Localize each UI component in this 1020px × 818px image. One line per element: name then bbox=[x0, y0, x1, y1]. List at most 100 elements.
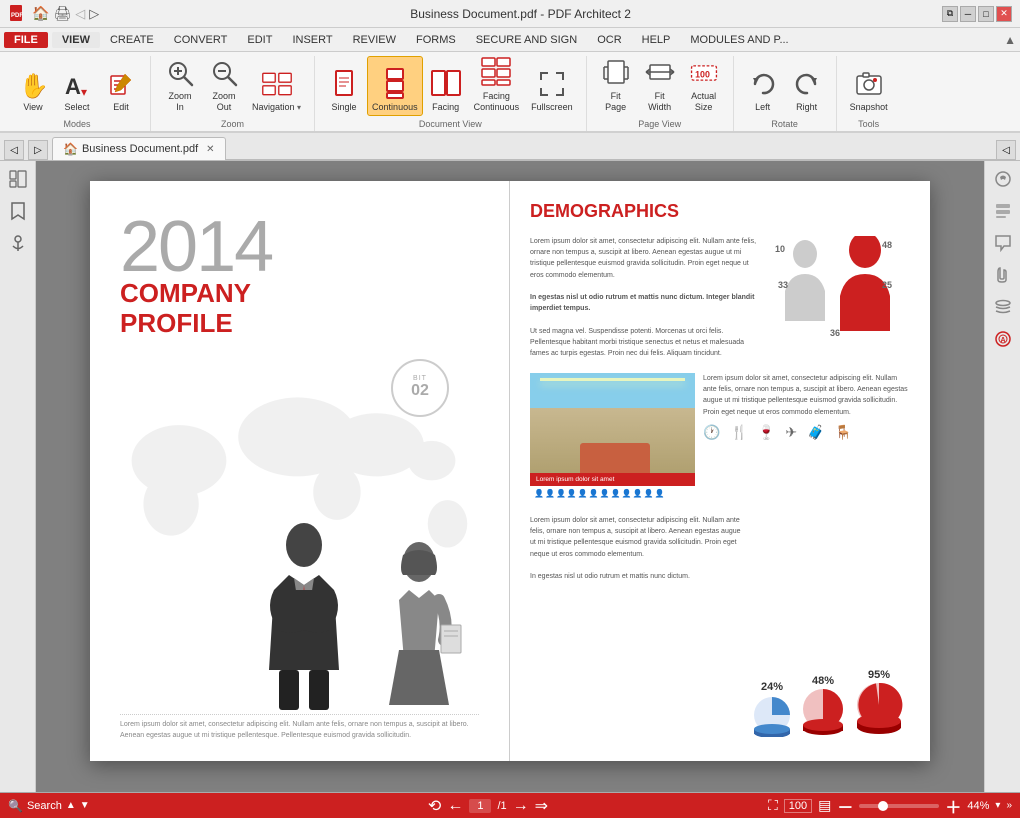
tabs-collapse-btn[interactable]: ◁ bbox=[996, 140, 1016, 160]
hotel-image: Lorem ipsum dolor sit amet 👤👤 👤👤 👤👤 👤👤 👤… bbox=[530, 373, 695, 501]
tab-label: Business Document.pdf bbox=[82, 143, 198, 155]
fit-screen-btn[interactable]: ⛶ bbox=[768, 797, 778, 814]
maximize-btn[interactable]: □ bbox=[978, 6, 994, 22]
nav-last-btn[interactable]: ⇒ bbox=[535, 796, 548, 816]
menu-modules[interactable]: MODULES AND P... bbox=[680, 32, 798, 48]
zoom-out-btn[interactable]: ZoomOut bbox=[203, 56, 245, 116]
title-bar: PDF 🏠 🖨 ◁ ▷ Business Document.pdf - PDF … bbox=[0, 0, 1020, 28]
fit-width-label: FitWidth bbox=[648, 91, 671, 113]
year-text: 2014 bbox=[120, 211, 479, 283]
demographics-section: Lorem ipsum dolor sit amet, consectetur … bbox=[530, 236, 910, 359]
menu-convert[interactable]: CONVERT bbox=[164, 32, 238, 48]
view-btn[interactable]: ✋ View bbox=[12, 56, 54, 116]
rotate-right-btn[interactable]: Right bbox=[786, 56, 828, 116]
zoom-percent: 44% bbox=[967, 800, 989, 812]
comment-tool-btn[interactable] bbox=[989, 229, 1017, 257]
forward-icon[interactable]: ▷ bbox=[89, 6, 99, 22]
fullscreen-btn[interactable]: Fullscreen bbox=[526, 56, 578, 116]
nav-rewind-btn[interactable]: ⟲ bbox=[428, 796, 441, 816]
svg-text:33: 33 bbox=[778, 280, 788, 290]
woman-silhouette bbox=[369, 540, 469, 710]
menu-create[interactable]: CREATE bbox=[100, 32, 164, 48]
continuous-btn[interactable]: Continuous bbox=[367, 56, 423, 116]
facing-continuous-icon bbox=[480, 57, 512, 89]
bookmarks-panel-btn[interactable] bbox=[4, 197, 32, 225]
menu-view[interactable]: VIEW bbox=[52, 32, 100, 48]
tab-close-btn[interactable]: ✕ bbox=[206, 144, 214, 155]
actual-size-btn[interactable]: 100 ActualSize bbox=[683, 56, 725, 116]
single-page-btn[interactable]: ▤ bbox=[818, 797, 831, 814]
actual-size-label: ActualSize bbox=[691, 91, 716, 113]
fit-page-btn[interactable]: FitPage bbox=[595, 56, 637, 116]
back-icon[interactable]: ◁ bbox=[75, 6, 85, 22]
layers-tool-btn[interactable] bbox=[989, 293, 1017, 321]
hotel-text: Lorem ipsum dolor sit amet, consectetur … bbox=[703, 373, 910, 418]
menu-help[interactable]: HELP bbox=[632, 32, 681, 48]
facing-continuous-label: FacingContinuous bbox=[474, 91, 520, 113]
demographics-title: DEMOGRAPHICS bbox=[530, 201, 910, 222]
fullscreen-label: Fullscreen bbox=[531, 102, 573, 113]
document-tab[interactable]: 🏠 Business Document.pdf ✕ bbox=[52, 137, 226, 160]
rotate-left-label: Left bbox=[755, 102, 770, 113]
anchor-panel-btn[interactable] bbox=[4, 229, 32, 257]
wine-icon: 🍷 bbox=[758, 424, 775, 441]
facing-btn[interactable]: Facing bbox=[425, 56, 467, 116]
minimize-btn[interactable]: ─ bbox=[960, 6, 976, 22]
properties-tool-btn[interactable] bbox=[989, 165, 1017, 193]
search-area: 🔍 Search ▲ ▼ bbox=[8, 799, 208, 813]
actual-size-status-btn[interactable]: 100 bbox=[784, 799, 812, 813]
select-icon: A ▾ bbox=[61, 68, 93, 100]
rotate-left-btn[interactable]: Left bbox=[742, 56, 784, 116]
zoom-in-icon bbox=[164, 57, 196, 89]
search-up-btn[interactable]: ▲ bbox=[66, 800, 76, 811]
svg-text:36: 36 bbox=[830, 328, 840, 338]
zoom-dropdown-btn[interactable]: ▾ bbox=[995, 800, 1000, 811]
zoom-out-label: ZoomOut bbox=[212, 91, 235, 113]
ribbon-group-modes: ✋ View A ▾ Select bbox=[4, 56, 151, 131]
close-btn[interactable]: ✕ bbox=[996, 6, 1012, 22]
zoom-in-btn[interactable]: ZoomIn bbox=[159, 56, 201, 116]
right-status: ⛶ 100 ▤ － ＋ 44% ▾ » bbox=[768, 794, 1012, 818]
menu-edit[interactable]: EDIT bbox=[237, 32, 282, 48]
menu-forms[interactable]: FORMS bbox=[406, 32, 466, 48]
collapse-icon[interactable]: ▲ bbox=[1004, 33, 1016, 47]
pie-95: 95% bbox=[852, 669, 906, 737]
edit-btn[interactable]: Edit bbox=[100, 56, 142, 116]
facing-continuous-btn[interactable]: FacingContinuous bbox=[469, 56, 525, 116]
fullscreen-icon bbox=[536, 68, 568, 100]
view-label: View bbox=[23, 102, 42, 113]
tabs-nav-right[interactable]: ▷ bbox=[28, 140, 48, 160]
menu-insert[interactable]: INSERT bbox=[282, 32, 342, 48]
restore-btn[interactable]: ⧉ bbox=[942, 6, 958, 22]
nav-prev-btn[interactable]: ← bbox=[447, 797, 463, 815]
zoom-slider[interactable] bbox=[859, 804, 939, 808]
clip-tool-btn[interactable] bbox=[989, 261, 1017, 289]
print-icon[interactable]: 🖨 bbox=[53, 5, 71, 22]
snapshot-btn[interactable]: Snapshot bbox=[845, 56, 893, 116]
single-btn[interactable]: Single bbox=[323, 56, 365, 116]
home-icon[interactable]: 🏠 bbox=[32, 5, 49, 22]
fit-width-btn[interactable]: FitWidth bbox=[639, 56, 681, 116]
more-btn[interactable]: » bbox=[1006, 800, 1012, 811]
menu-review[interactable]: REVIEW bbox=[343, 32, 406, 48]
zoom-out-status-btn[interactable]: － bbox=[837, 794, 853, 818]
ribbon-group-tools: Snapshot Tools bbox=[837, 56, 901, 131]
tabs-nav-left[interactable]: ◁ bbox=[4, 140, 24, 160]
menu-ocr[interactable]: OCR bbox=[587, 32, 631, 48]
seal-tool-btn[interactable]: A bbox=[989, 325, 1017, 353]
title-bar-left: PDF 🏠 🖨 ◁ ▷ bbox=[8, 4, 99, 24]
left-page: 2014 COMPANY PROFILE bbox=[90, 181, 510, 761]
right-sidebar: A bbox=[984, 161, 1020, 792]
navigation-btn[interactable]: Navigation ▾ bbox=[247, 56, 306, 116]
pages-panel-btn[interactable] bbox=[4, 165, 32, 193]
select-btn[interactable]: A ▾ Select bbox=[56, 56, 98, 116]
search-down-btn[interactable]: ▼ bbox=[80, 800, 90, 811]
tabs-bar: ◁ ▷ 🏠 Business Document.pdf ✕ ◁ bbox=[0, 133, 1020, 161]
nav-next-btn[interactable]: → bbox=[513, 797, 529, 815]
zoom-in-status-btn[interactable]: ＋ bbox=[945, 794, 961, 818]
svg-text:PDF: PDF bbox=[11, 13, 23, 19]
menu-secure[interactable]: SECURE AND SIGN bbox=[466, 32, 587, 48]
clock-icon: 🕐 bbox=[703, 424, 720, 441]
find-tool-btn[interactable] bbox=[989, 197, 1017, 225]
menu-file[interactable]: FILE bbox=[4, 32, 48, 48]
